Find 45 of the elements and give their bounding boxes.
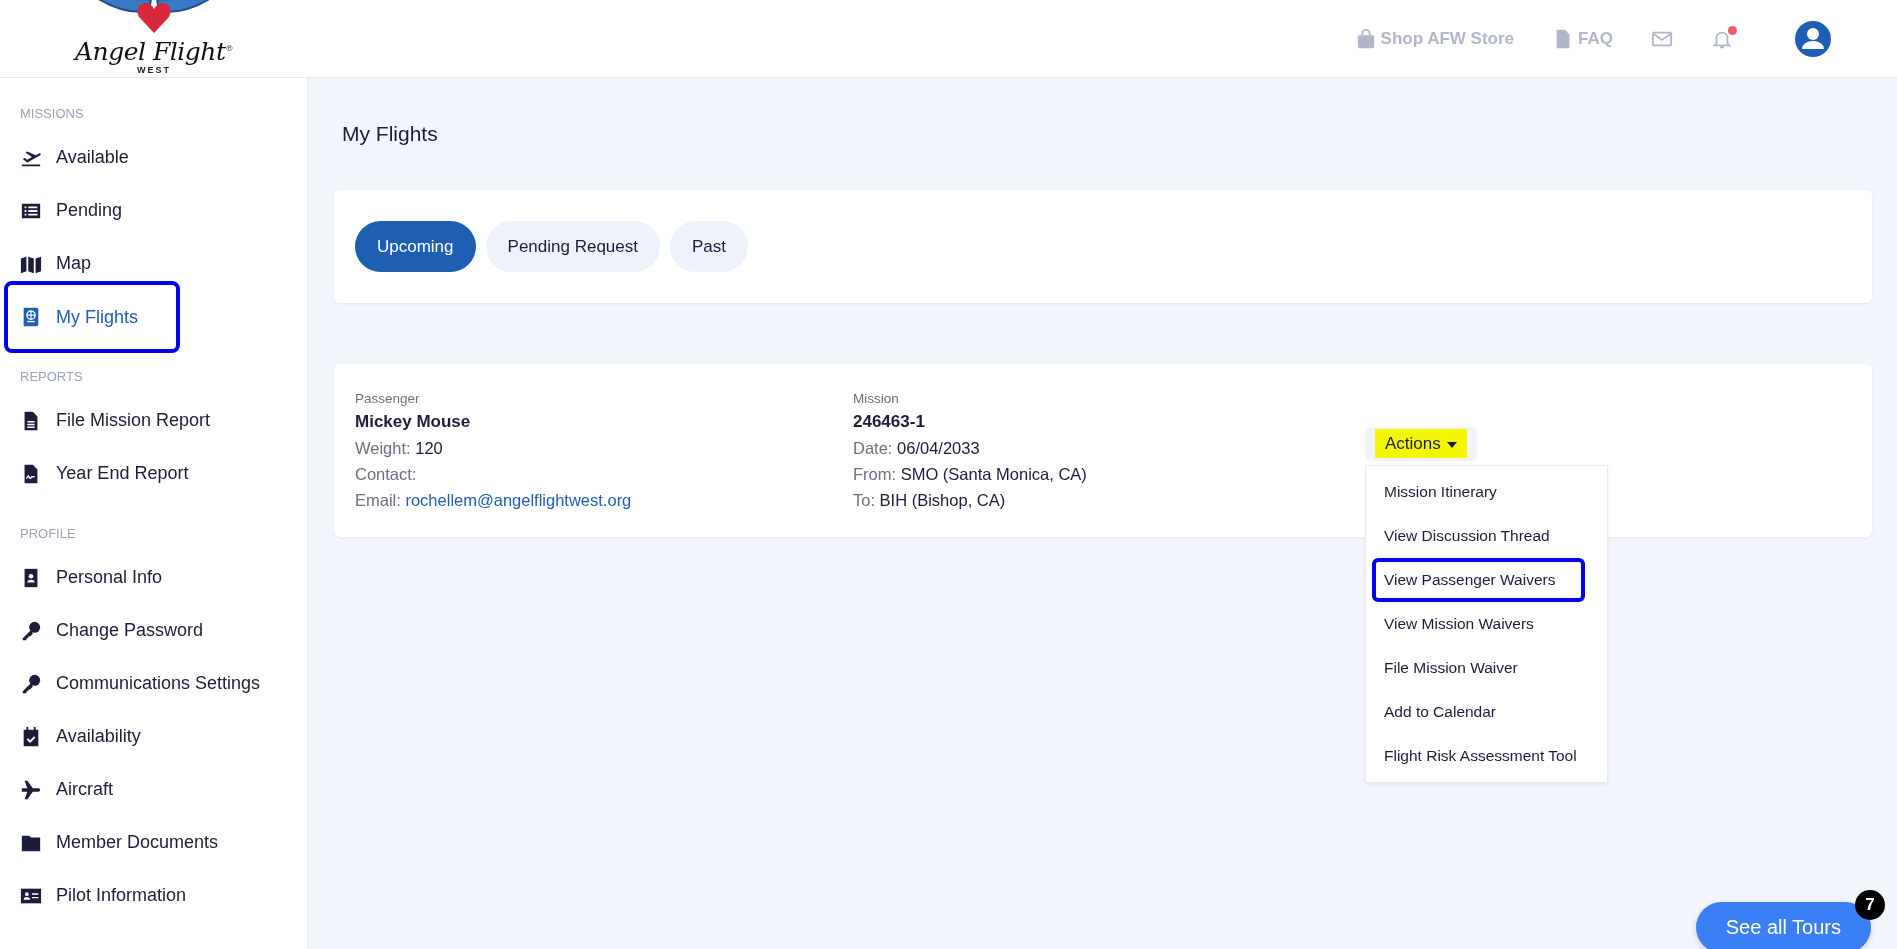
sidebar-item[interactable]: Available [20,131,137,184]
section-heading: REPORTS [20,369,84,385]
sidebar-item[interactable]: Pilot Information [20,869,195,922]
logo-subtitle: WEST [137,65,171,75]
count-badge: 7 [1855,890,1885,920]
avatar-icon[interactable] [1795,20,1831,57]
menu-item[interactable]: Mission Itinerary [1366,470,1607,514]
sidebar-item[interactable]: Pending [20,184,131,237]
key-icon [20,619,42,642]
page-title: My Flights [342,122,439,146]
section-heading: MISSIONS [20,106,85,122]
actions-button[interactable]: Actions [1365,427,1477,461]
sidebar-item[interactable]: Change Password [20,604,212,657]
sidebar-item[interactable]: File Mission Report [20,394,219,447]
menu-item[interactable]: View Passenger Waivers [1372,558,1585,602]
key-icon [20,672,42,695]
mission-id: 246463-1 [853,411,926,433]
mission-detail: To: BIH (Bishop, CA) [853,490,1007,511]
passenger-detail: Weight: 120 [355,438,444,459]
passenger-detail: Contact: [355,464,418,485]
passenger-name: Mickey Mouse [355,411,472,433]
sidebar-item[interactable]: Personal Info [20,551,171,604]
sidebar-item[interactable]: My Flights [4,281,180,353]
mission-detail: From: SMO (Santa Monica, CA) [853,464,1088,485]
tab[interactable]: Upcoming [355,221,476,272]
mission-detail: Date: 06/04/2033 [853,438,981,459]
airplane-icon [20,778,42,801]
email-link[interactable]: rochellem@angelflightwest.org [405,491,632,509]
sidebar-item[interactable]: Year End Report [20,447,197,500]
field-heading: Passenger [355,390,421,408]
caret-icon [1446,441,1457,448]
section-heading: PROFILE [20,526,77,542]
tab[interactable]: Pending Request [485,221,660,272]
sidebar-item[interactable]: Member Documents [20,816,227,869]
menu-item[interactable]: View Discussion Thread [1366,514,1607,558]
tab[interactable]: Past [670,221,748,272]
sidebar-item[interactable]: Aircraft [20,763,121,816]
menu-item[interactable]: Add to Calendar [1366,690,1607,734]
menu-item[interactable]: View Mission Waivers [1366,602,1607,646]
field-heading: Mission [853,390,900,408]
sidebar-item[interactable]: Communications Settings [20,657,269,710]
passenger-detail: Email: rochellem@angelflightwest.org [355,490,633,511]
menu-item[interactable]: File Mission Waiver [1366,646,1607,690]
menu-item[interactable]: Flight Risk Assessment Tool [1366,734,1607,778]
sidebar-item[interactable]: Availability [20,710,149,763]
